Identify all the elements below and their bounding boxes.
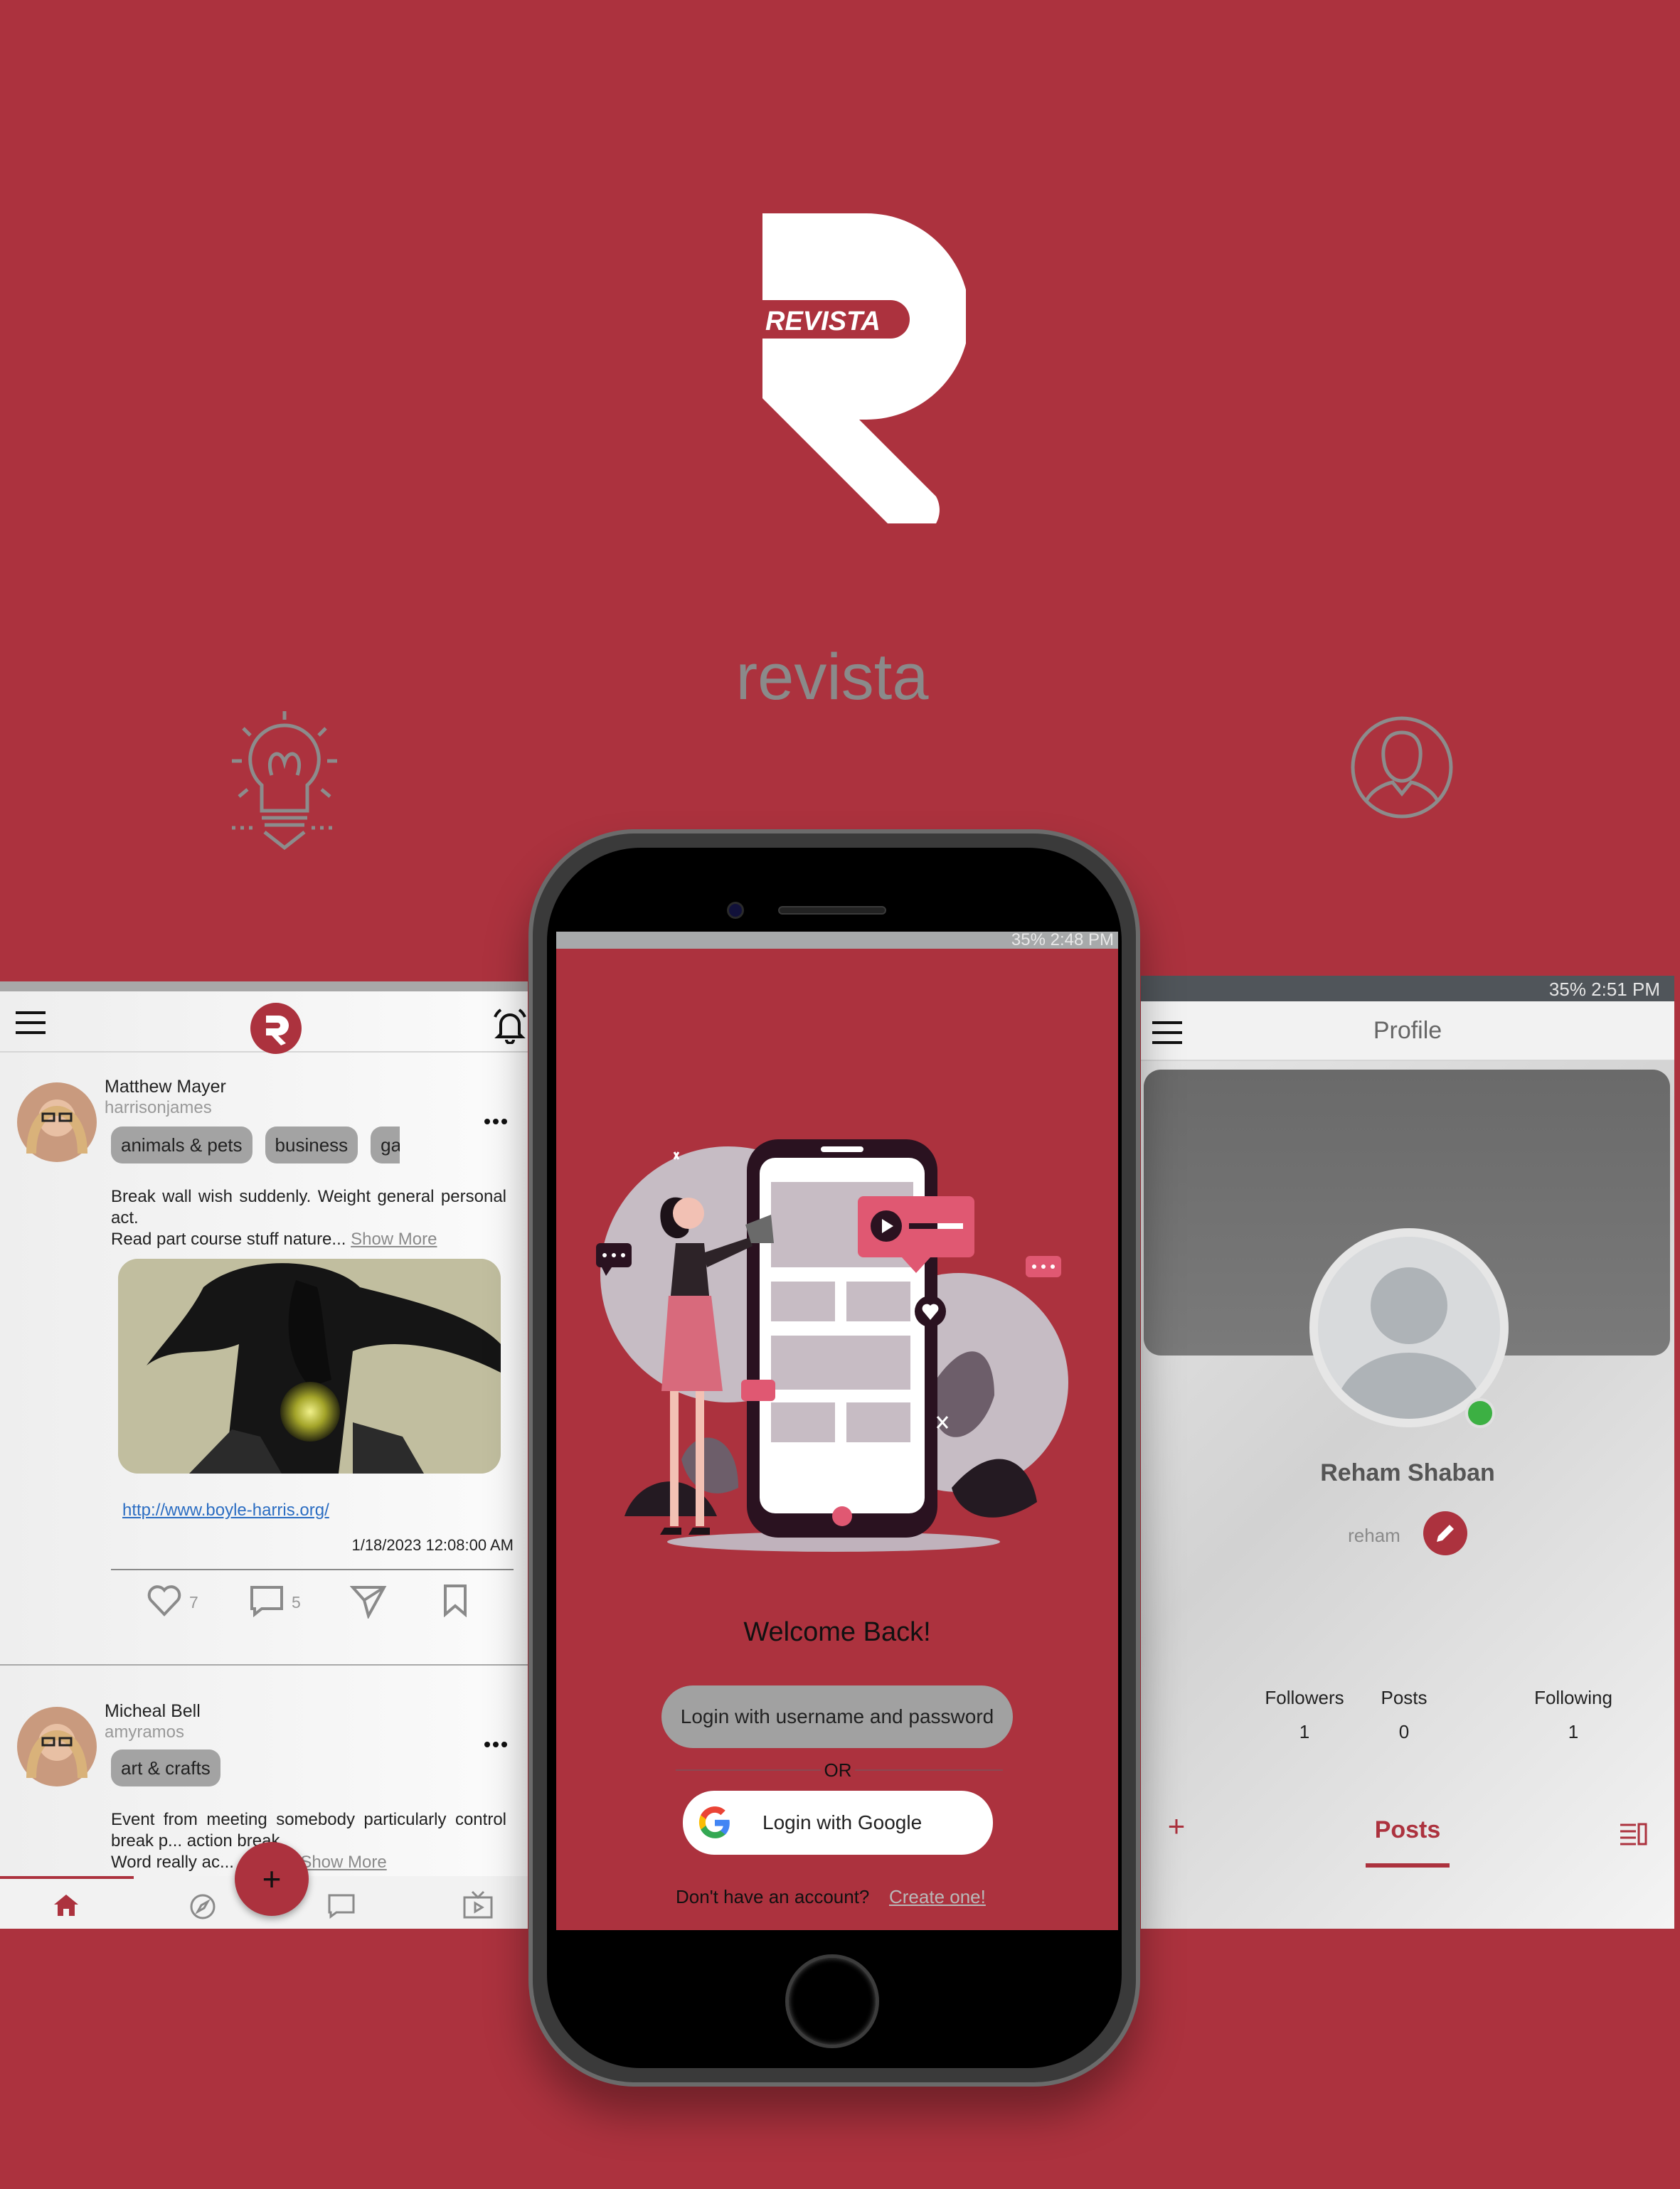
google-login-button[interactable]: Login with Google [683, 1791, 993, 1855]
tag-chip[interactable]: business [265, 1127, 358, 1163]
hamburger-menu-icon[interactable] [16, 1011, 46, 1034]
more-options-icon[interactable] [484, 1741, 508, 1748]
tag-chip[interactable]: animals & pets [111, 1127, 252, 1163]
author-handle: harrisonjames [105, 1098, 212, 1117]
post-text: Event from meeting somebody particularly… [111, 1810, 506, 1850]
like-icon[interactable] [147, 1585, 182, 1617]
divider-right [855, 1769, 1003, 1771]
more-options-icon[interactable] [484, 1118, 508, 1125]
post-separator [0, 1664, 528, 1666]
share-icon[interactable] [350, 1583, 387, 1619]
author-name[interactable]: Matthew Mayer [105, 1077, 226, 1097]
tag-list: animals & pets business gan [111, 1127, 400, 1166]
phone-camera [727, 902, 744, 919]
add-post-tab[interactable]: + [1155, 1809, 1198, 1843]
google-login-label: Login with Google [762, 1811, 923, 1833]
create-account-link[interactable]: Create one! [889, 1886, 986, 1908]
show-more-link[interactable]: Show More [300, 1853, 386, 1872]
tag-list: art & crafts [111, 1749, 220, 1786]
home-button[interactable] [785, 1954, 879, 2048]
revista-logo: REVISTA [760, 213, 966, 523]
post-text-more: Read part course stuff nature... [111, 1230, 346, 1249]
edit-profile-icon[interactable] [1423, 1511, 1468, 1556]
status-bar [0, 981, 528, 991]
tag-chip[interactable]: gan [371, 1127, 400, 1163]
login-screen: 35% 2:48 PM Welcome Back! Login with use… [556, 932, 1118, 1930]
create-post-button[interactable]: + [235, 1842, 309, 1916]
page-title: Profile [1373, 1017, 1442, 1044]
status-bar: 35% 2:51 PM [1141, 976, 1674, 1001]
login-username-button[interactable]: Login with username and password [661, 1685, 1013, 1748]
wordmark: revista [735, 641, 929, 713]
stat-label: Posts [1381, 1687, 1428, 1708]
phone-speaker [778, 906, 886, 915]
tag-chip[interactable]: art & crafts [111, 1749, 220, 1786]
profile-username: reham [1348, 1525, 1400, 1546]
like-count: 7 [189, 1593, 198, 1612]
user-profile-icon [1351, 716, 1453, 819]
post-image[interactable] [118, 1259, 501, 1474]
comment-count: 5 [292, 1593, 301, 1612]
status-time: 35% 2:48 PM [1011, 932, 1114, 949]
google-icon [698, 1806, 730, 1838]
app-bar: Profile [1141, 1001, 1674, 1061]
list-view-icon[interactable] [1619, 1822, 1647, 1846]
home-icon[interactable] [53, 1893, 80, 1917]
chat-icon[interactable] [327, 1893, 356, 1919]
show-more-link[interactable]: Show More [351, 1230, 437, 1249]
feed-screen: Matthew Mayer harrisonjames animals & pe… [0, 981, 528, 1929]
avatar[interactable] [17, 1707, 97, 1786]
stat-value[interactable]: 1 [1502, 1721, 1644, 1743]
tv-icon[interactable] [462, 1890, 494, 1919]
bookmark-icon[interactable] [442, 1583, 468, 1617]
welcome-heading: Welcome Back! [743, 1617, 931, 1647]
lightbulb-icon [232, 711, 337, 851]
post-card: Matthew Mayer harrisonjames animals & pe… [0, 1065, 528, 1640]
no-account-text: Don't have an account? [676, 1886, 870, 1907]
status-time: 35% 2:51 PM [1548, 979, 1660, 1000]
or-separator: OR [824, 1759, 852, 1781]
post-date: 1/18/2023 12:08:00 AM [351, 1536, 514, 1554]
divider [111, 1569, 514, 1570]
post-link[interactable]: http://www.boyle-harris.org/ [122, 1501, 329, 1520]
notification-bell-icon[interactable] [492, 1007, 528, 1044]
post-text: Break wall wish suddenly. Weight general… [111, 1187, 506, 1227]
tab-posts[interactable]: Posts [1361, 1816, 1454, 1844]
divider-left [676, 1769, 821, 1771]
stat-value[interactable]: 0 [1333, 1721, 1475, 1743]
tab-indicator [1366, 1863, 1450, 1868]
app-bar [0, 991, 528, 1054]
post-text-preview: Word really ac... erybo... Show More [111, 1852, 509, 1873]
explore-icon[interactable] [189, 1893, 216, 1920]
comment-icon[interactable] [249, 1585, 285, 1617]
logo-text: REVISTA [765, 307, 881, 336]
avatar[interactable] [17, 1082, 97, 1162]
onboarding-illustration [596, 1139, 1068, 1552]
status-bar: 35% 2:48 PM [556, 932, 1118, 949]
active-tab-indicator [0, 1876, 134, 1879]
profile-screen: 35% 2:51 PM Profile Reham Shaban reham F… [1141, 976, 1674, 1929]
online-status-dot [1465, 1398, 1495, 1428]
profile-name: Reham Shaban [1320, 1459, 1495, 1486]
stat-label: Following [1534, 1687, 1612, 1708]
post-text-preview: Read part course stuff nature... Show Mo… [111, 1229, 509, 1250]
author-name[interactable]: Micheal Bell [105, 1701, 201, 1722]
app-logo-icon [250, 1003, 302, 1054]
author-handle: amyramos [105, 1722, 185, 1742]
